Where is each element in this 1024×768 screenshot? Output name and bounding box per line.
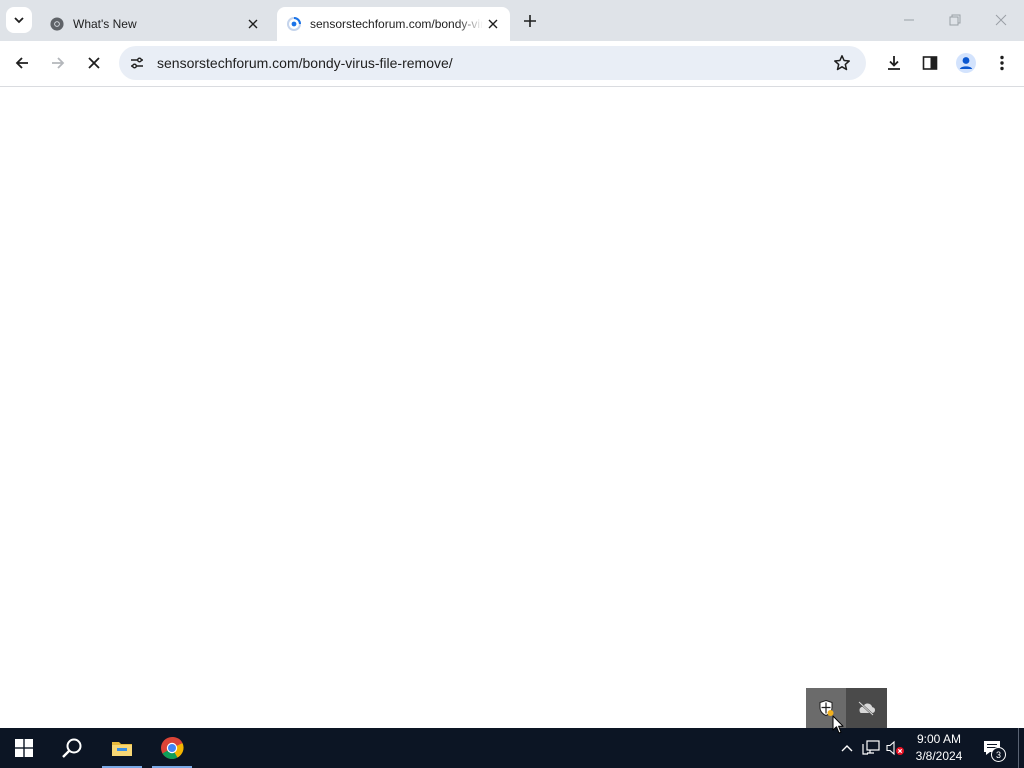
onedrive-tray-item[interactable] (846, 688, 886, 728)
network-icon (862, 740, 880, 755)
forward-button[interactable] (43, 48, 73, 78)
start-button[interactable] (2, 728, 46, 768)
close-tab-icon[interactable] (483, 14, 503, 34)
page-content[interactable] (0, 87, 1024, 728)
arrow-right-icon (52, 57, 65, 69)
show-desktop-button[interactable] (1018, 728, 1024, 768)
downloads-button[interactable] (879, 48, 909, 78)
chevron-down-icon (14, 17, 24, 24)
clock-time: 9:00 AM (916, 732, 962, 746)
windows-start-icon (15, 739, 33, 757)
side-panel-icon (922, 56, 938, 70)
chrome-icon (49, 16, 65, 32)
site-settings-icon[interactable] (125, 51, 149, 75)
file-explorer-icon (112, 742, 132, 756)
back-button[interactable] (7, 48, 37, 78)
volume-tray-item[interactable] (884, 728, 906, 768)
network-tray-item[interactable] (860, 728, 882, 768)
chrome-taskbar-button[interactable] (150, 728, 194, 768)
minimize-icon (904, 19, 914, 21)
onedrive-offline-icon (858, 701, 875, 716)
bookmark-star-icon[interactable] (830, 51, 854, 75)
close-icon (88, 57, 100, 69)
loading-spinner-icon (286, 16, 302, 32)
restore-button[interactable] (940, 5, 970, 35)
tab-whats-new[interactable]: What's New (40, 7, 270, 41)
stop-loading-button[interactable] (79, 48, 109, 78)
avatar-icon (956, 53, 976, 73)
new-tab-button[interactable] (518, 9, 542, 33)
download-icon (888, 56, 900, 70)
arrow-left-icon (15, 57, 28, 69)
chrome-icon (161, 736, 184, 759)
taskbar-clock[interactable]: 9:00 AM 3/8/2024 (910, 731, 968, 765)
file-explorer-button[interactable] (100, 728, 144, 768)
chevron-up-icon (841, 745, 853, 752)
search-icon (62, 738, 82, 758)
close-icon (995, 14, 1007, 26)
notification-count-badge: 3 (991, 747, 1006, 762)
side-panel-button[interactable] (915, 48, 945, 78)
chrome-menu-button[interactable] (987, 48, 1017, 78)
minimize-button[interactable] (894, 5, 924, 35)
tab-strip: What's New sensorstechforum.com/bondy-vi… (0, 0, 1024, 41)
mouse-cursor-icon (832, 715, 844, 734)
restore-icon (949, 14, 961, 26)
tab-sensorstechforum[interactable]: sensorstechforum.com/bondy-virus-file-re… (277, 7, 510, 41)
tab-title: sensorstechforum.com/bondy-virus-file-re… (310, 17, 483, 31)
more-vert-icon (1000, 55, 1004, 71)
url-text: sensorstechforum.com/bondy-virus-file-re… (157, 55, 453, 71)
tab-title: What's New (73, 17, 137, 31)
search-button[interactable] (50, 728, 94, 768)
address-bar[interactable]: sensorstechforum.com/bondy-virus-file-re… (119, 46, 866, 80)
browser-toolbar: sensorstechforum.com/bondy-virus-file-re… (0, 41, 1024, 86)
close-window-button[interactable] (986, 5, 1016, 35)
clock-date: 3/8/2024 (915, 749, 963, 763)
tab-search-button[interactable] (6, 7, 32, 33)
taskbar: 9:00 AM 3/8/2024 3 (0, 728, 1024, 768)
profile-button[interactable] (951, 48, 981, 78)
tray-overflow-popup (806, 688, 887, 728)
plus-icon (524, 15, 536, 27)
volume-muted-icon (886, 740, 904, 756)
close-tab-icon[interactable] (243, 14, 263, 34)
